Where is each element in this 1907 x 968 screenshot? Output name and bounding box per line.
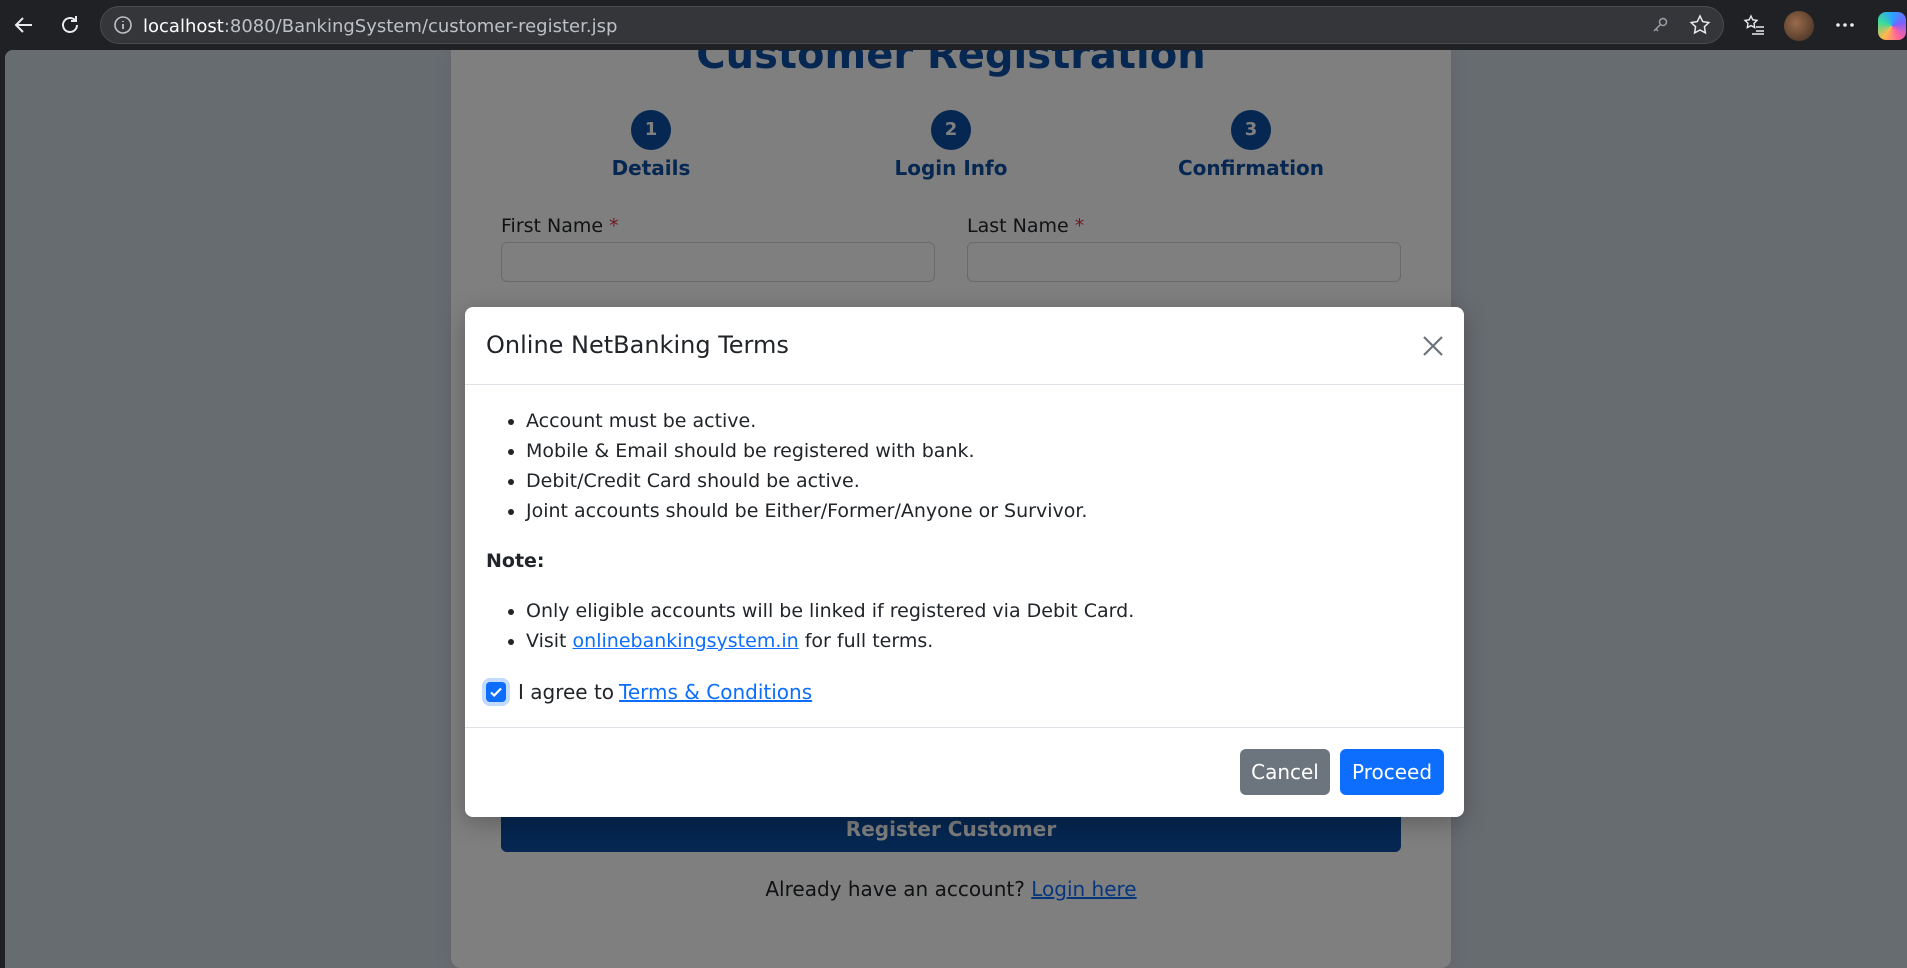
close-button[interactable] — [1420, 333, 1446, 359]
list-item: Mobile & Email should be registered with… — [526, 436, 1446, 466]
copilot-icon[interactable] — [1878, 12, 1906, 40]
back-arrow-icon — [14, 17, 32, 33]
profile-avatar[interactable] — [1784, 11, 1814, 41]
cancel-button[interactable]: Cancel — [1240, 749, 1330, 795]
reload-icon — [62, 16, 78, 33]
checkmark-icon — [490, 687, 502, 698]
modal-title: Online NetBanking Terms — [486, 331, 789, 359]
terms-link[interactable]: Terms & Conditions — [619, 680, 812, 704]
website-link[interactable]: onlinebankingsystem.in — [573, 630, 799, 652]
proceed-button[interactable]: Proceed — [1340, 749, 1444, 795]
close-icon — [1423, 336, 1443, 356]
url-path: :8080/BankingSystem/customer-register.js… — [223, 16, 618, 37]
back-button[interactable] — [6, 7, 42, 43]
terms-modal: Online NetBanking Terms Account must be … — [465, 307, 1464, 817]
url-host: localhost — [143, 16, 224, 37]
modal-body: Account must be active. Mobile & Email s… — [486, 385, 1446, 656]
address-bar[interactable]: localhost:8080/BankingSystem/customer-re… — [100, 6, 1724, 44]
requirements-list: Account must be active. Mobile & Email s… — [486, 406, 1446, 526]
note-heading: Note: — [486, 550, 545, 572]
list-item: Debit/Credit Card should be active. — [526, 466, 1446, 496]
password-key-icon[interactable] — [1651, 16, 1669, 34]
favorite-star-icon[interactable] — [1689, 14, 1711, 36]
modal-footer: Cancel Proceed — [465, 727, 1464, 817]
reload-button[interactable] — [52, 7, 88, 43]
modal-header: Online NetBanking Terms — [465, 307, 1464, 385]
page-viewport: Customer Registration 1 Details 2 Login … — [5, 50, 1907, 968]
agree-checkbox[interactable] — [486, 682, 506, 702]
note-list: Only eligible accounts will be linked if… — [486, 596, 1446, 656]
list-item: Visit onlinebankingsystem.in for full te… — [526, 626, 1446, 656]
url-text[interactable]: localhost:8080/BankingSystem/customer-re… — [143, 16, 617, 37]
browser-toolbar: localhost:8080/BankingSystem/customer-re… — [0, 0, 1907, 50]
list-item: Joint accounts should be Either/Former/A… — [526, 496, 1446, 526]
agree-text: I agree to — [518, 680, 615, 704]
favorites-button[interactable] — [1736, 7, 1772, 43]
site-info-icon[interactable] — [113, 15, 133, 35]
more-dots-icon — [1836, 23, 1854, 27]
agree-row: I agree to Terms & Conditions — [486, 680, 812, 704]
visit-suffix: for full terms. — [804, 630, 934, 652]
more-menu-button[interactable] — [1827, 7, 1863, 43]
visit-prefix: Visit — [526, 630, 567, 652]
favorites-list-icon — [1743, 14, 1764, 35]
list-item: Account must be active. — [526, 406, 1446, 436]
list-item: Only eligible accounts will be linked if… — [526, 596, 1446, 626]
